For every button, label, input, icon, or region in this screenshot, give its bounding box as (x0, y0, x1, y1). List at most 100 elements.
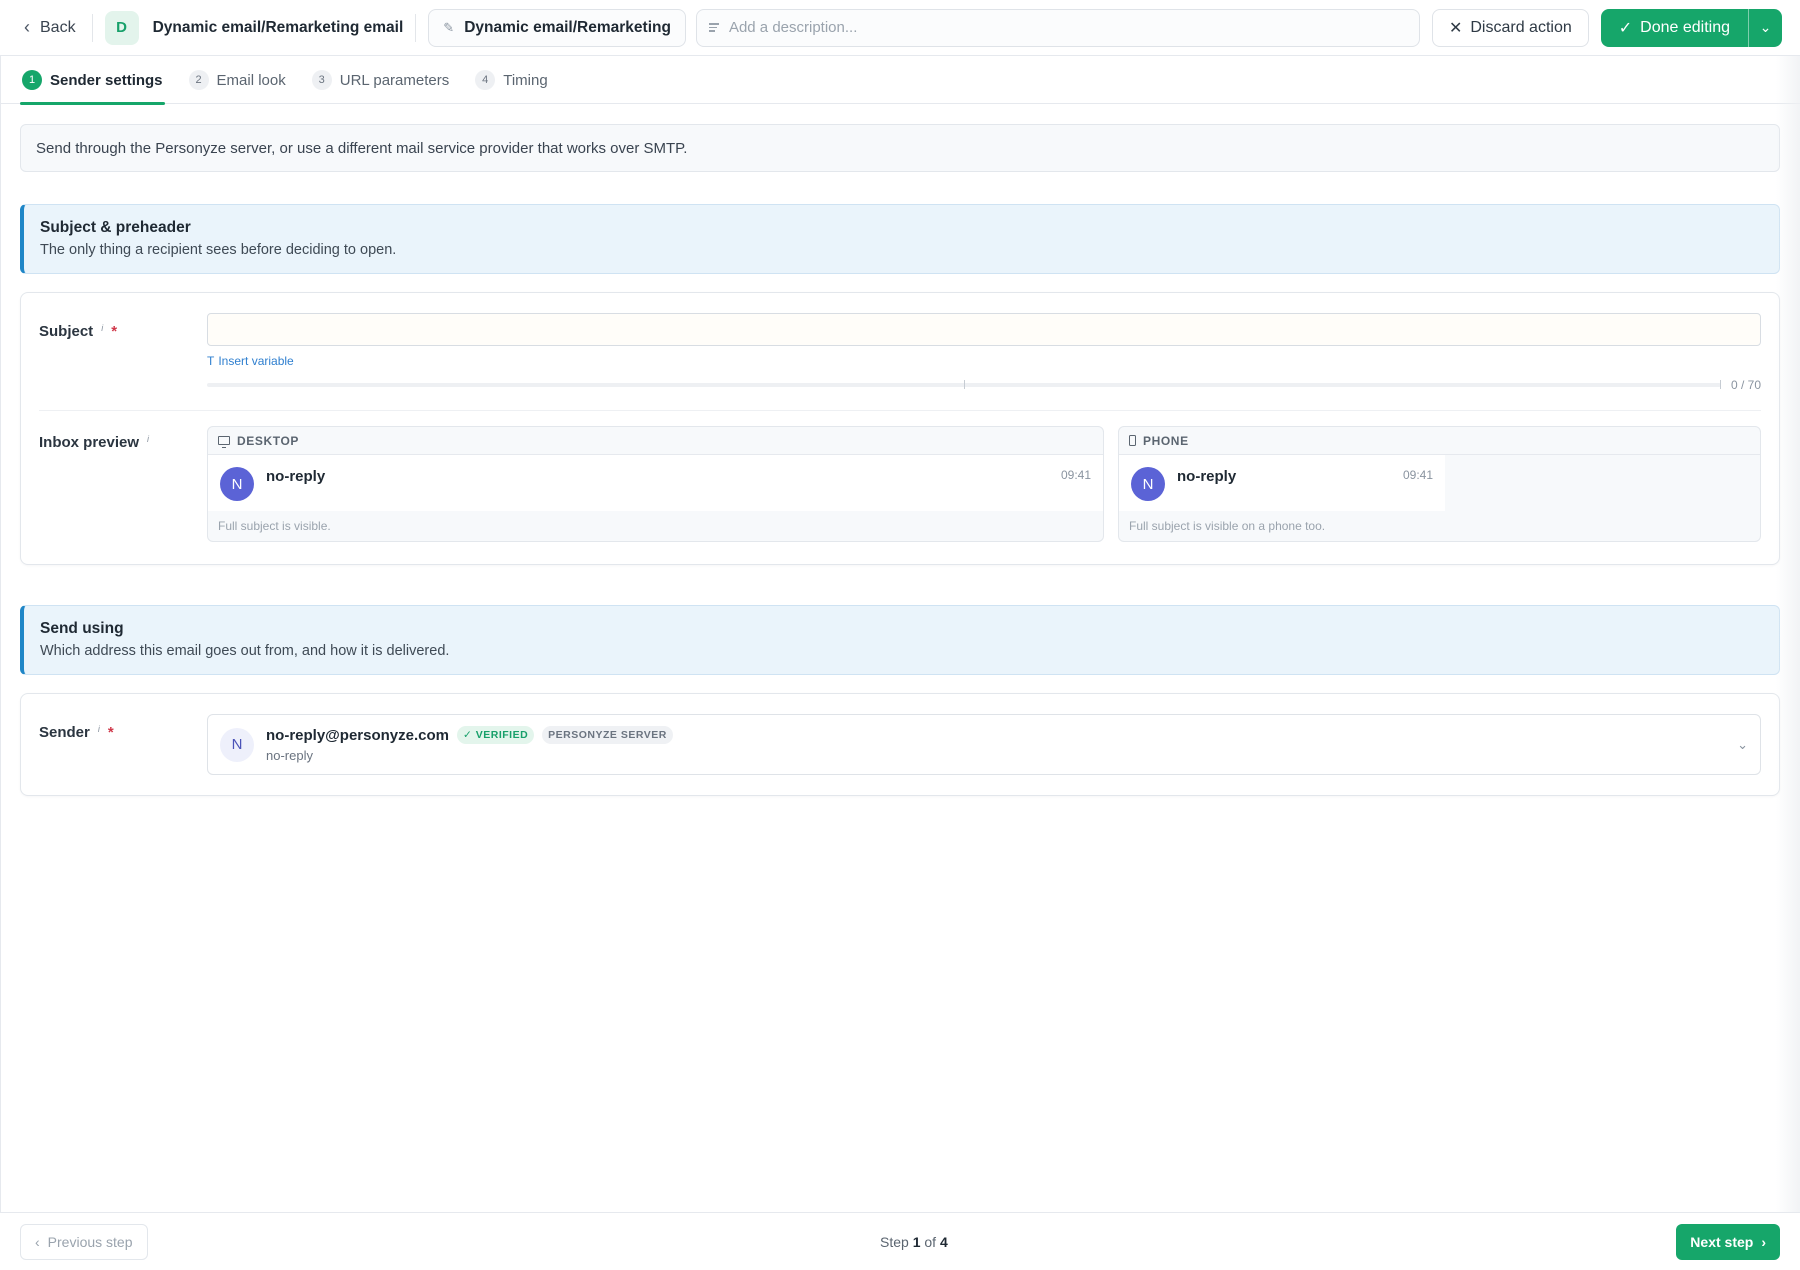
page-left-border (0, 56, 1, 1270)
desktop-email-row: N no-reply 09:41 (208, 455, 1103, 511)
info-notice: Send through the Personyze server, or us… (20, 124, 1780, 172)
avatar: N (1131, 467, 1165, 501)
chevron-right-icon: › (1761, 1233, 1766, 1250)
step-tabs: 1 Sender settings 2 Email look 3 URL par… (0, 56, 1800, 105)
email-from: no-reply (1177, 468, 1237, 485)
phone-email-row: N no-reply 09:41 (1119, 455, 1445, 511)
sender-email: no-reply@personyze.com (266, 726, 450, 744)
section-subtitle: The only thing a recipient sees before d… (40, 242, 397, 258)
top-bar: ‹ Back D Dynamic email/Remarketing email… (0, 0, 1800, 56)
tab-number: 2 (188, 70, 209, 90)
meter-tick (963, 380, 965, 389)
discard-label: Discard action (1470, 18, 1572, 36)
main-content: Send through the Personyze server, or us… (20, 124, 1780, 796)
description-icon (708, 23, 719, 32)
chevron-left-icon: ‹ (35, 1233, 40, 1250)
character-counter: 0 / 70 (1730, 378, 1761, 392)
step-total: 4 (939, 1233, 948, 1250)
email-from: no-reply (266, 468, 326, 485)
subject-label: Subject (39, 323, 94, 340)
step-of: of (924, 1233, 937, 1250)
info-icon[interactable]: i (147, 434, 149, 444)
tab-label: Timing (503, 71, 548, 89)
tab-number: 1 (22, 70, 42, 90)
section-title: Send using (40, 620, 124, 637)
action-avatar: D (104, 10, 139, 45)
phone-preview-note: Full subject is visible on a phone too. (1129, 519, 1326, 533)
sender-details: no-reply@personyze.com ✓ VERIFIED PERSON… (266, 726, 673, 763)
tab-label: URL parameters (339, 71, 450, 89)
text-variable-icon: T (207, 354, 215, 368)
desktop-label: DESKTOP (237, 433, 299, 448)
back-button[interactable]: ‹ Back (20, 17, 80, 38)
back-label: Back (40, 18, 76, 36)
chevron-down-icon: ⌄ (1759, 19, 1772, 35)
desktop-preview: DESKTOP N no-reply 09:41 Full subject is… (207, 426, 1104, 542)
step-indicator: Step 1 of 4 (880, 1234, 948, 1250)
info-icon[interactable]: i (101, 323, 103, 333)
insert-variable-label: Insert variable (218, 354, 294, 368)
action-name-value: Dynamic email/Remarketing (464, 18, 671, 36)
step-prefix: Step (880, 1233, 909, 1250)
phone-preview: PHONE N no-reply 09:41 Full subject is v… (1118, 426, 1761, 542)
pencil-icon: ✎ (443, 19, 455, 35)
step-footer: ‹ Previous step Step 1 of 4 Next step › (0, 1212, 1800, 1270)
subject-field: T Insert variable 0 / 70 (207, 313, 1761, 392)
previous-step-button[interactable]: ‹ Previous step (20, 1223, 148, 1260)
next-step-button[interactable]: Next step › (1676, 1223, 1780, 1260)
description-placeholder: Add a description... (728, 19, 858, 36)
done-editing-button[interactable]: ✓ Done editing (1601, 9, 1748, 47)
done-editing-label: Done editing (1640, 18, 1730, 36)
page-title: Dynamic email/Remarketing email (152, 18, 404, 36)
server-badge: PERSONYZE SERVER (542, 726, 673, 744)
sender-row: Sender i * N no-reply@personyze.com ✓ VE… (39, 694, 1761, 795)
phone-icon (1129, 435, 1136, 446)
email-time: 09:41 (1402, 468, 1433, 482)
sender-select[interactable]: N no-reply@personyze.com ✓ VERIFIED PERS… (207, 714, 1761, 775)
subject-label-group: Subject i * (39, 313, 207, 392)
action-name-field[interactable]: ✎ Dynamic email/Remarketing (428, 8, 686, 47)
phone-preview-header: PHONE (1119, 427, 1760, 455)
divider (415, 13, 417, 42)
email-time: 09:41 (1060, 468, 1091, 482)
tab-timing[interactable]: 4 Timing (473, 56, 549, 104)
check-icon: ✓ (1618, 19, 1633, 37)
section-title: Subject & preheader (40, 219, 191, 236)
required-marker: * (111, 323, 118, 340)
description-input[interactable]: Add a description... (695, 8, 1420, 47)
info-icon[interactable]: i (98, 724, 100, 734)
done-options-dropdown[interactable]: ⌄ (1748, 8, 1782, 47)
avatar: N (220, 467, 254, 501)
sender-line: no-reply@personyze.com ✓ VERIFIED PERSON… (266, 726, 673, 744)
discard-button[interactable]: ✕ Discard action (1431, 8, 1589, 47)
verified-label: VERIFIED (475, 729, 529, 741)
tab-email-look[interactable]: 2 Email look (187, 56, 288, 104)
tab-number: 4 (475, 70, 496, 90)
subject-section-header: Subject & preheader The only thing a rec… (20, 204, 1780, 274)
insert-variable-link[interactable]: T Insert variable (207, 354, 1761, 368)
monitor-icon (218, 436, 230, 448)
subject-row: Subject i * T Insert variable 0 / 70 (39, 293, 1761, 411)
inbox-preview-label: Inbox preview (39, 434, 140, 451)
subject-card: Subject i * T Insert variable 0 / 70 Inb… (20, 292, 1780, 565)
sender-label-group: Sender i * (39, 714, 207, 775)
tab-label: Sender settings (50, 71, 163, 89)
avatar: N (220, 727, 254, 762)
close-icon: ✕ (1448, 19, 1463, 37)
tab-url-parameters[interactable]: 3 URL parameters (310, 56, 451, 104)
verified-badge: ✓ VERIFIED (457, 726, 535, 744)
tab-number: 3 (311, 70, 332, 90)
tab-label: Email look (216, 71, 286, 89)
inbox-preview-label-group: Inbox preview i (39, 426, 207, 542)
step-current: 1 (912, 1233, 921, 1250)
inbox-previews: DESKTOP N no-reply 09:41 Full subject is… (207, 426, 1761, 542)
subject-input[interactable] (207, 313, 1761, 346)
send-using-section-header: Send using Which address this email goes… (20, 605, 1780, 675)
required-marker: * (107, 724, 114, 741)
tab-sender-settings[interactable]: 1 Sender settings (20, 56, 165, 105)
done-editing-split-button: ✓ Done editing ⌄ (1600, 8, 1782, 47)
sender-field: N no-reply@personyze.com ✓ VERIFIED PERS… (207, 714, 1761, 775)
phone-label: PHONE (1143, 433, 1189, 448)
meter-tick (1719, 380, 1721, 389)
chevron-left-icon: ‹ (24, 17, 30, 37)
